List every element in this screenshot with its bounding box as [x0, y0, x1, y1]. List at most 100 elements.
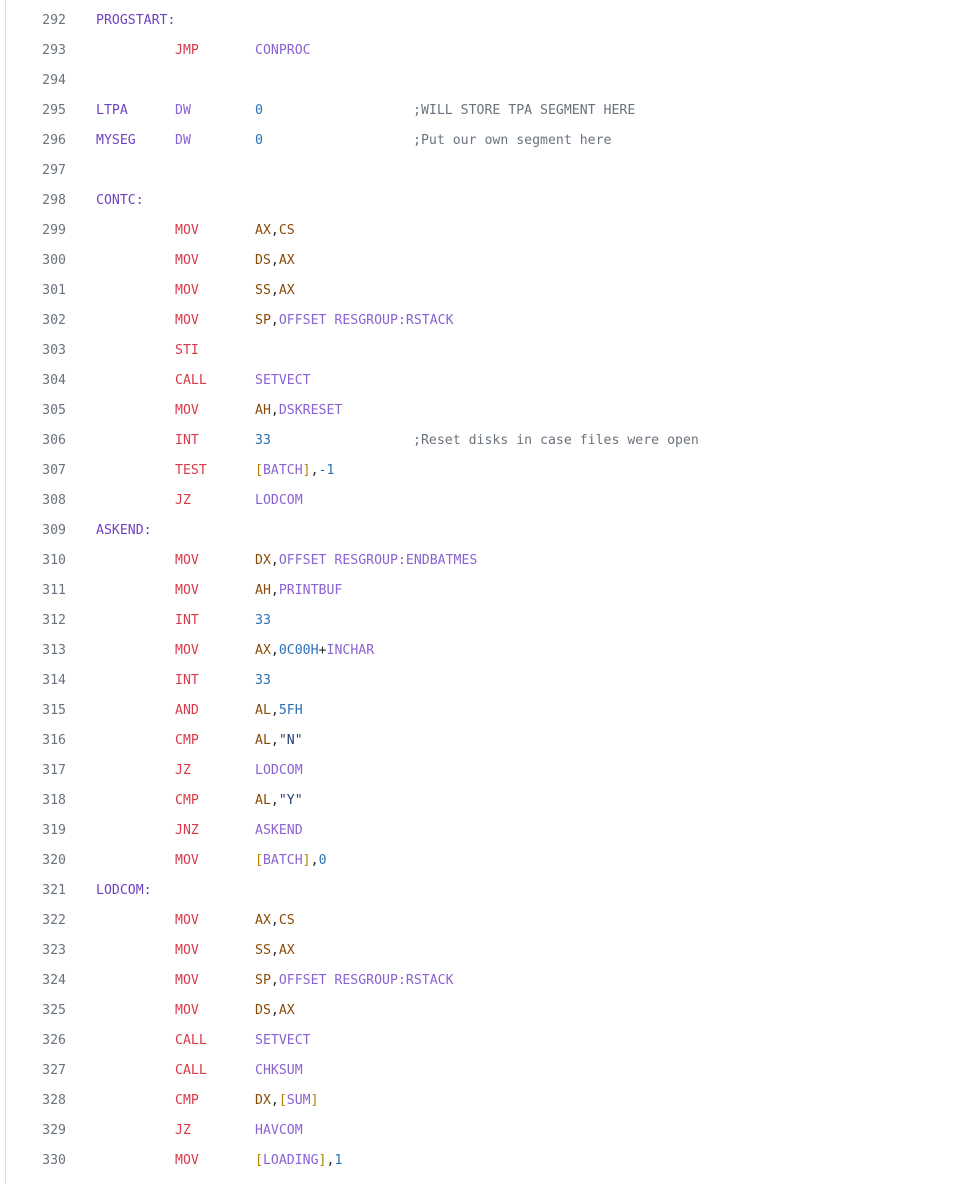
mnemonic: MOV	[175, 583, 199, 598]
register-token: AL	[255, 793, 271, 808]
line-number[interactable]: 301	[20, 276, 66, 306]
identifier-token: HAVCOM	[255, 1123, 303, 1138]
bracket-token: ]	[302, 463, 311, 478]
line-number[interactable]: 310	[20, 546, 66, 576]
mnemonic: MOV	[175, 913, 199, 928]
mnemonic: CALL	[175, 373, 207, 388]
line-number[interactable]: 296	[20, 126, 66, 156]
code-line: 327 CALL CHKSUM	[0, 1056, 955, 1086]
register-token: AX	[255, 913, 271, 928]
line-number[interactable]: 305	[20, 396, 66, 426]
line-number[interactable]: 316	[20, 726, 66, 756]
code-line: 329 JZ HAVCOM	[0, 1116, 955, 1146]
operands: DS,AX	[255, 996, 295, 1026]
line-number[interactable]: 307	[20, 456, 66, 486]
operands: DX,OFFSET RESGROUP:ENDBATMES	[255, 546, 477, 576]
identifier-token: LOADING	[262, 1153, 319, 1168]
bracket-token: ]	[302, 853, 311, 868]
identifier-token: OFFSET RESGROUP:RSTACK	[278, 313, 454, 328]
code-label: MYSEG	[96, 133, 136, 148]
mnemonic: MOV	[175, 553, 199, 568]
line-number[interactable]: 302	[20, 306, 66, 336]
line-number[interactable]: 292	[20, 6, 66, 36]
code-label: LODCOM:	[96, 883, 152, 898]
line-number[interactable]: 324	[20, 966, 66, 996]
punctuation-token: ,	[310, 463, 319, 478]
line-number[interactable]: 328	[20, 1086, 66, 1116]
line-number[interactable]: 297	[20, 156, 66, 186]
number-token: 5FH	[278, 703, 303, 718]
operands: ASKEND	[255, 816, 303, 846]
code-line: 298 CONTC:	[0, 186, 955, 216]
line-number[interactable]: 308	[20, 486, 66, 516]
code-line: 321 LODCOM:	[0, 876, 955, 906]
line-number[interactable]: 318	[20, 786, 66, 816]
number-token: -1	[318, 463, 335, 478]
line-number[interactable]: 303	[20, 336, 66, 366]
code-line: 322 MOV AX,CS	[0, 906, 955, 936]
mnemonic: INT	[175, 613, 199, 628]
line-number[interactable]: 306	[20, 426, 66, 456]
mnemonic: MOV	[175, 643, 199, 658]
line-number[interactable]: 329	[20, 1116, 66, 1146]
register-token: DS	[255, 253, 271, 268]
punctuation-token: ,	[270, 703, 279, 718]
code-line: 301 MOV SS,AX	[0, 276, 955, 306]
punctuation-token: ,	[270, 283, 279, 298]
operands: SS,AX	[255, 936, 295, 966]
mnemonic: JMP	[175, 43, 199, 58]
number-token: 1	[334, 1153, 343, 1168]
number-token: 33	[255, 613, 271, 628]
code-line: 293 JMP CONPROC	[0, 36, 955, 66]
line-number[interactable]: 295	[20, 96, 66, 126]
punctuation-token: ,	[270, 583, 279, 598]
register-token: AX	[255, 643, 271, 658]
identifier-token: SETVECT	[255, 373, 311, 388]
code-line: 306 INT 33 ;Reset disks in case files were …	[0, 426, 955, 456]
operands: SETVECT	[255, 1026, 311, 1056]
operands: AH,DSKRESET	[255, 396, 342, 426]
punctuation-token: ,	[270, 793, 279, 808]
line-number[interactable]: 298	[20, 186, 66, 216]
line-number[interactable]: 330	[20, 1146, 66, 1176]
line-number[interactable]: 293	[20, 36, 66, 66]
line-number[interactable]: 317	[20, 756, 66, 786]
identifier-token: SUM	[286, 1093, 311, 1108]
line-number[interactable]: 321	[20, 876, 66, 906]
mnemonic: STI	[175, 343, 199, 358]
line-number[interactable]: 319	[20, 816, 66, 846]
mnemonic: TEST	[175, 463, 207, 478]
line-number[interactable]: 311	[20, 576, 66, 606]
line-number[interactable]: 309	[20, 516, 66, 546]
line-number[interactable]: 323	[20, 936, 66, 966]
operands: SP,OFFSET RESGROUP:RSTACK	[255, 966, 454, 996]
register-token: SP	[255, 973, 271, 988]
register-token: AL	[255, 733, 271, 748]
line-number[interactable]: 314	[20, 666, 66, 696]
code-line: 294	[0, 66, 955, 96]
code-line: 313 MOV AX,0C00H+INCHAR	[0, 636, 955, 666]
line-number[interactable]: 326	[20, 1026, 66, 1056]
operands: AX,CS	[255, 216, 295, 246]
line-number[interactable]: 322	[20, 906, 66, 936]
line-number[interactable]: 313	[20, 636, 66, 666]
line-number[interactable]: 325	[20, 996, 66, 1026]
line-number[interactable]: 320	[20, 846, 66, 876]
line-number[interactable]: 327	[20, 1056, 66, 1086]
line-number[interactable]: 304	[20, 366, 66, 396]
code-line: 302 MOV SP,OFFSET RESGROUP:RSTACK	[0, 306, 955, 336]
code-line: 319 JNZ ASKEND	[0, 816, 955, 846]
line-number[interactable]: 294	[20, 66, 66, 96]
code-line: 314 INT 33	[0, 666, 955, 696]
line-number[interactable]: 300	[20, 246, 66, 276]
line-number[interactable]: 315	[20, 696, 66, 726]
punctuation-token: ,	[270, 973, 279, 988]
identifier-token: OFFSET RESGROUP:RSTACK	[278, 973, 454, 988]
operands: SP,OFFSET RESGROUP:RSTACK	[255, 306, 454, 336]
code-line: 318 CMP AL,"Y"	[0, 786, 955, 816]
line-number[interactable]: 312	[20, 606, 66, 636]
line-number[interactable]: 299	[20, 216, 66, 246]
punctuation-token: ,	[270, 1093, 279, 1108]
operands: CONPROC	[255, 36, 311, 66]
identifier-token: LODCOM	[255, 493, 303, 508]
